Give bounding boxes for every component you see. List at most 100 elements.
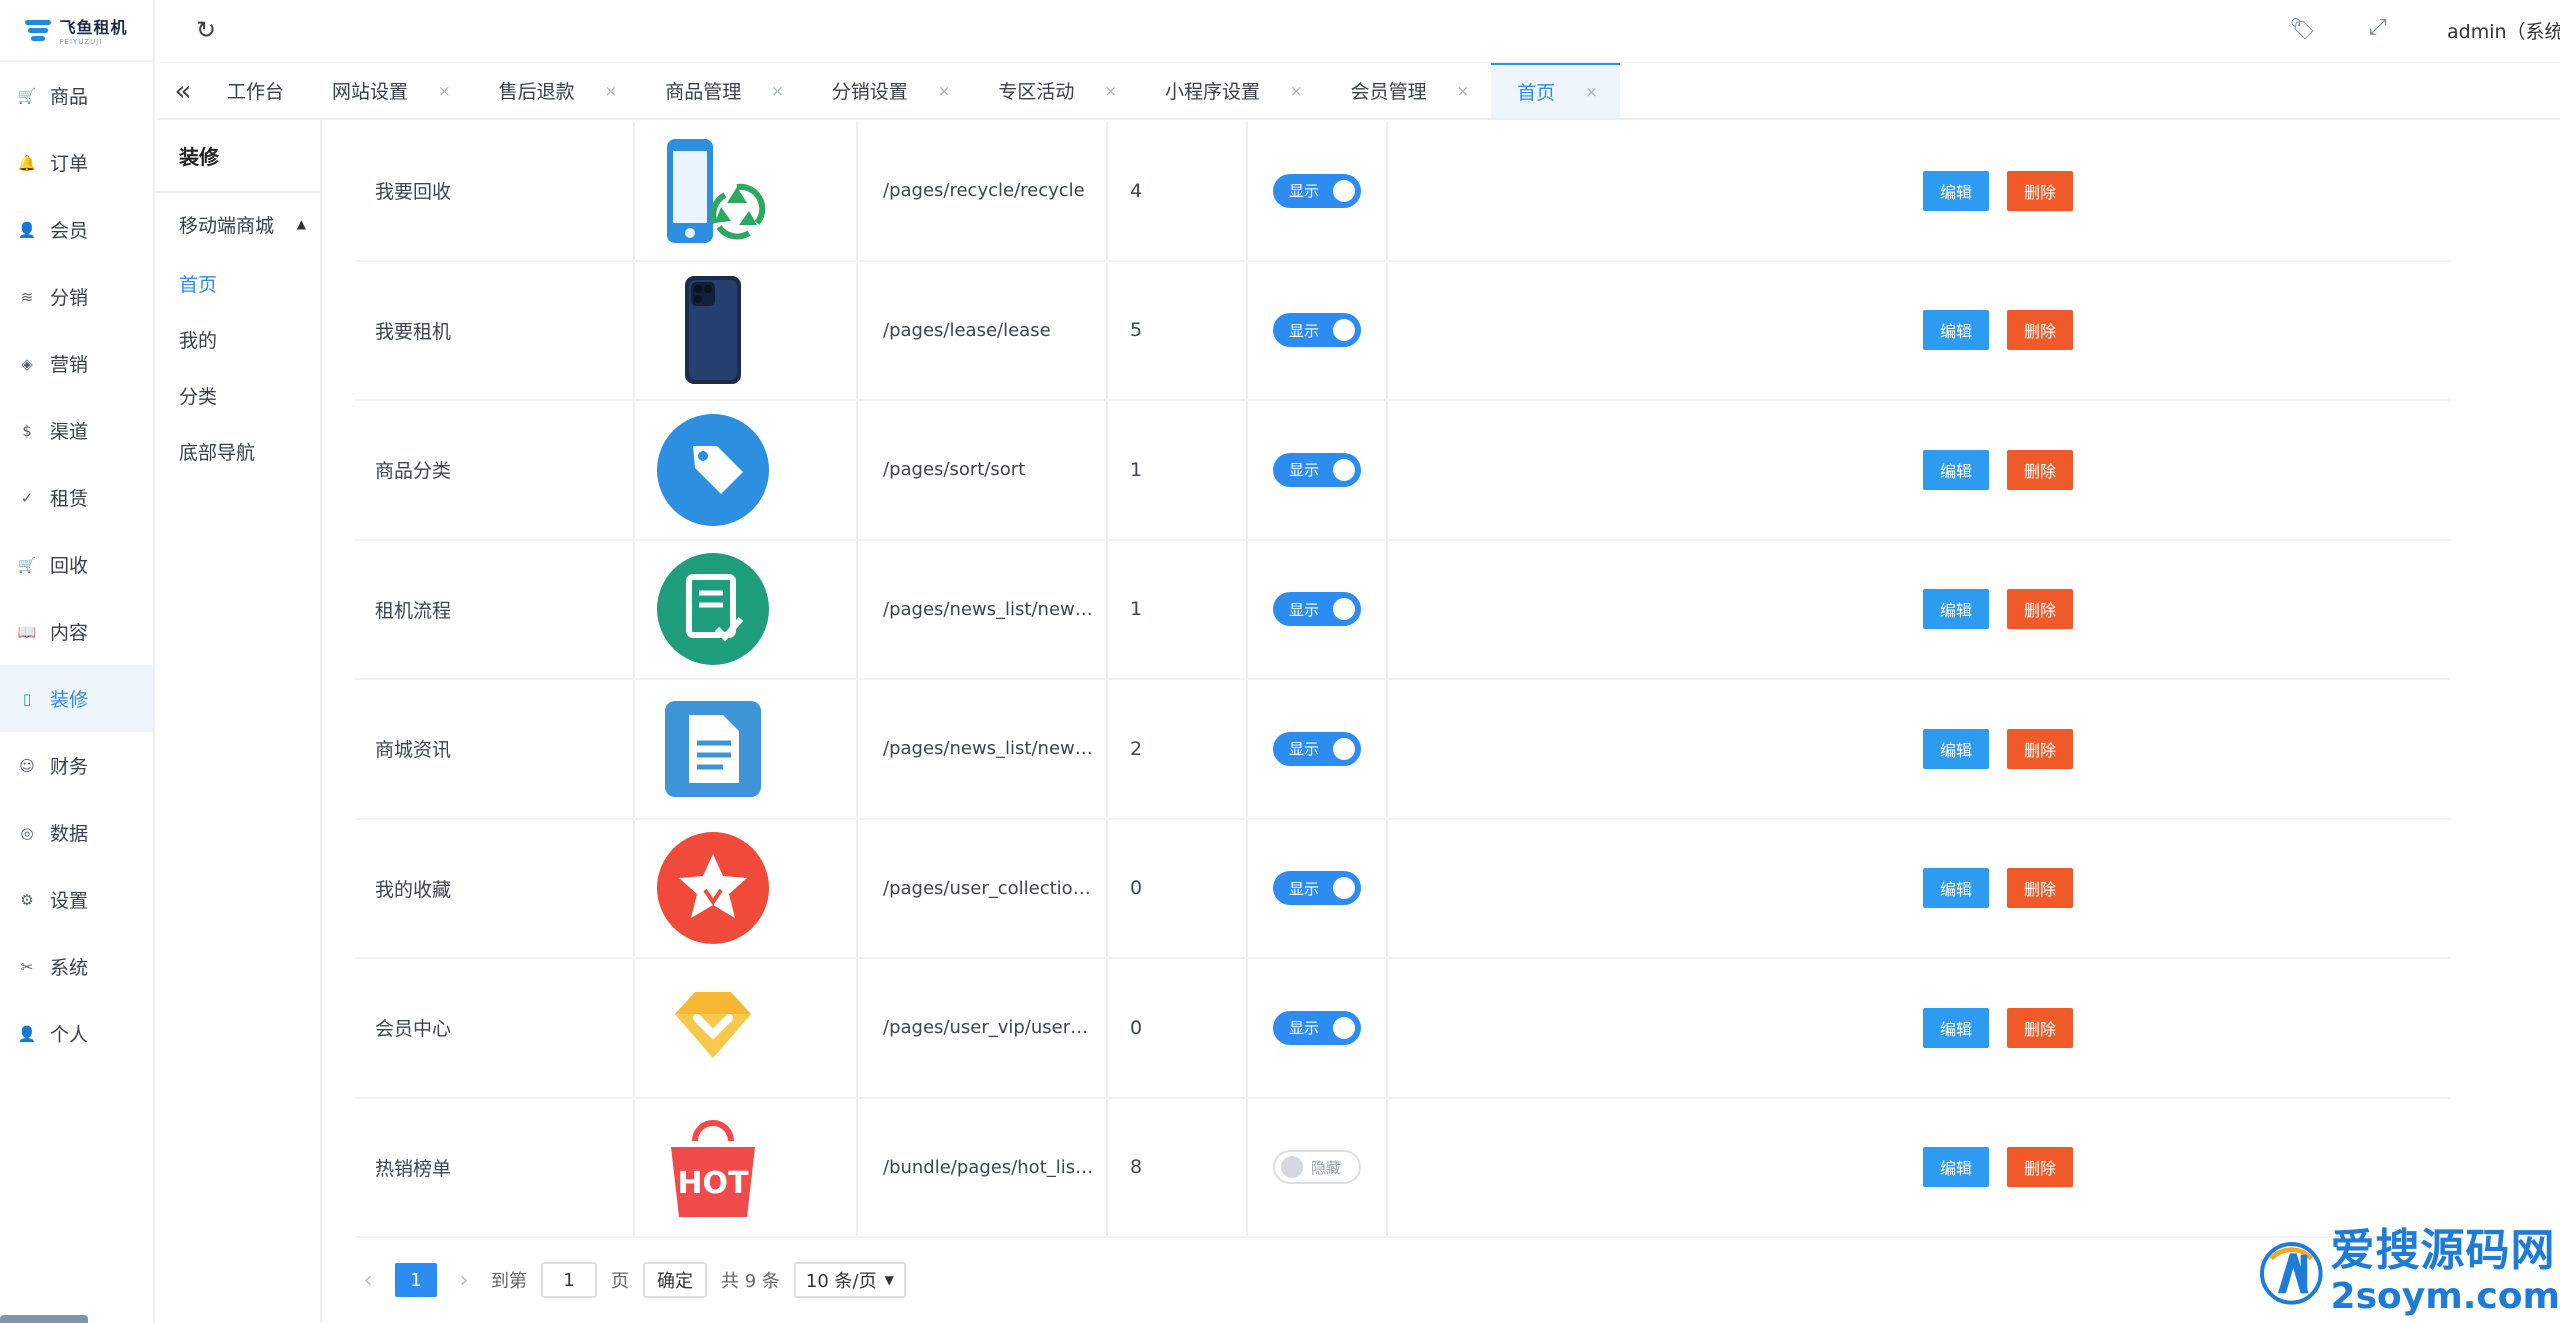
nav-item-label: 内容 (50, 622, 89, 644)
delete-button[interactable]: 删除 (2007, 449, 2073, 490)
visibility-toggle[interactable]: 显示 (1273, 313, 1361, 348)
visibility-toggle[interactable]: 显示 (1273, 173, 1361, 208)
delete-button[interactable]: 删除 (2007, 1007, 2073, 1048)
cell-name: 会员中心 (355, 959, 635, 1097)
edit-button[interactable]: 编辑 (1923, 1147, 1989, 1188)
nav-item-6[interactable]: ✓ 租赁 (0, 464, 153, 531)
close-icon[interactable]: × (1457, 82, 1470, 100)
close-icon[interactable]: × (1585, 83, 1598, 101)
edit-button[interactable]: 编辑 (1923, 170, 1989, 211)
wallet-icon: ☺ (19, 756, 35, 775)
path-text: /pages/news_list/news_list (883, 738, 1095, 760)
close-icon[interactable]: × (1104, 82, 1117, 100)
path-text: /pages/recycle/recycle (883, 180, 1085, 202)
cell-actions: 编辑 删除 (1388, 541, 2450, 679)
tab-6[interactable]: 小程序设置 × (1139, 63, 1325, 118)
nav-item-1[interactable]: 🔔 订单 (0, 129, 153, 196)
goto-confirm-button[interactable]: 确定 (643, 1262, 707, 1298)
edit-button[interactable]: 编辑 (1923, 728, 1989, 769)
delete-button[interactable]: 删除 (2007, 868, 2073, 909)
visibility-toggle[interactable]: 显示 (1273, 452, 1361, 487)
collapse-sidebar-icon[interactable]: « (157, 63, 201, 118)
goto-label: 到第 (491, 1271, 527, 1292)
cell-path: /pages/user_vip/user_vip (858, 959, 1108, 1097)
visibility-toggle[interactable]: 显示 (1273, 871, 1361, 906)
nav-item-12[interactable]: ⚙ 设置 (0, 866, 153, 933)
edit-button[interactable]: 编辑 (1923, 1007, 1989, 1048)
nav-item-label: 订单 (50, 153, 89, 175)
submenu-item-0[interactable]: 首页 (157, 255, 320, 311)
tab-0[interactable]: 工作台 (201, 63, 306, 118)
tab-8[interactable]: 首页 × (1491, 63, 1620, 118)
edit-button[interactable]: 编辑 (1923, 449, 1989, 490)
cell-status: 显示 (1248, 959, 1388, 1097)
nav-item-2[interactable]: 👤 会员 (0, 196, 153, 263)
nav-item-11[interactable]: ◎ 数据 (0, 799, 153, 866)
delete-button[interactable]: 删除 (2007, 170, 2073, 211)
cell-actions: 编辑 删除 (1388, 122, 2450, 260)
visibility-toggle[interactable]: 隐藏 (1273, 1150, 1361, 1185)
book-icon: 📖 (17, 622, 37, 641)
submenu-item-1[interactable]: 我的 (157, 311, 320, 367)
delete-button[interactable]: 删除 (2007, 310, 2073, 351)
nav-item-label: 财务 (50, 756, 89, 778)
delete-button[interactable]: 删除 (2007, 728, 2073, 769)
nav-item-14[interactable]: 👤 个人 (0, 1000, 153, 1067)
nav-item-9[interactable]: ▯ 装修 (0, 665, 153, 732)
tab-5[interactable]: 专区活动 × (972, 63, 1139, 118)
tab-7[interactable]: 会员管理 × (1325, 63, 1492, 118)
cell-path: /pages/user_collection/user_collection (858, 819, 1108, 957)
nav-item-5[interactable]: $ 渠道 (0, 397, 153, 464)
close-icon[interactable]: × (605, 82, 618, 100)
goto-page-input[interactable] (541, 1262, 597, 1298)
cell-name: 租机流程 (355, 540, 635, 678)
page-number-current[interactable]: 1 (395, 1263, 437, 1297)
nav-item-0[interactable]: 🛒 商品 (0, 62, 153, 129)
main-nav: 🛒 商品 🔔 订单 👤 会员 ≋ 分销 ◈ 营销 $ 渠道 ✓ 租赁 🛒 回收 📖 内容 ▯ 装修 ☺ 财务 ◎ 数据 ⚙ 设置 ✂… (0, 62, 153, 1067)
tab-2[interactable]: 售后退款 × (473, 63, 640, 118)
visibility-toggle[interactable]: 显示 (1273, 731, 1361, 766)
cell-name: 我的收藏 (355, 819, 635, 957)
gear-icon: ⚙ (20, 890, 34, 909)
cell-status: 显示 (1248, 261, 1388, 399)
nav-item-13[interactable]: ✂ 系统 (0, 933, 153, 1000)
edit-button[interactable]: 编辑 (1923, 589, 1989, 630)
tag-icon[interactable]: 🏷 (2289, 17, 2316, 42)
delete-button[interactable]: 删除 (2007, 589, 2073, 630)
tools-icon: ✂ (20, 957, 34, 976)
submenu-item-3[interactable]: 底部导航 (157, 423, 320, 479)
menu-table: 我要回收/pages/recycle/recycle 4 显示 编辑 删除 我要租机/pa… (355, 122, 2450, 1238)
hot-bag-icon: HOT (653, 1107, 773, 1227)
total-count: 共 9 条 (721, 1271, 780, 1292)
page-size-select[interactable]: 10 条/页 ▼ (793, 1262, 906, 1298)
next-page-icon[interactable]: › (451, 1268, 477, 1293)
nav-item-3[interactable]: ≋ 分销 (0, 263, 153, 330)
fullscreen-icon[interactable]: ⤢ (2369, 15, 2387, 40)
nav-item-8[interactable]: 📖 内容 (0, 598, 153, 665)
cell-icon (635, 959, 858, 1097)
table-row: 商城资讯/pages/news_list/news_list2显示编辑删除 (355, 680, 2450, 820)
close-icon[interactable]: × (771, 82, 784, 100)
close-icon[interactable]: × (938, 82, 951, 100)
tab-1[interactable]: 网站设置 × (306, 63, 473, 118)
delete-button[interactable]: 删除 (2007, 1147, 2073, 1188)
visibility-toggle[interactable]: 显示 (1273, 592, 1361, 627)
nav-item-7[interactable]: 🛒 回收 (0, 531, 153, 598)
submenu-item-2[interactable]: 分类 (157, 367, 320, 423)
nav-item-10[interactable]: ☺ 财务 (0, 732, 153, 799)
close-icon[interactable]: × (438, 82, 451, 100)
cell-icon (635, 401, 858, 539)
visibility-toggle[interactable]: 显示 (1273, 1010, 1361, 1045)
cell-path: /pages/recycle/recycle (858, 122, 1108, 260)
tab-4[interactable]: 分销设置 × (806, 63, 973, 118)
brand-logo[interactable]: 飞鱼租机 FEIYUZUJI (0, 0, 153, 62)
tab-3[interactable]: 商品管理 × (639, 63, 806, 118)
refresh-icon[interactable]: ↻ (192, 16, 220, 44)
close-icon[interactable]: × (1290, 82, 1303, 100)
nav-item-4[interactable]: ◈ 营销 (0, 330, 153, 397)
submenu-group-mobile-mall[interactable]: 移动端商城 ▲ (157, 193, 320, 255)
edit-button[interactable]: 编辑 (1923, 310, 1989, 351)
prev-page-icon[interactable]: ‹ (355, 1268, 381, 1293)
user-menu[interactable]: admin（系统 (2447, 17, 2560, 44)
edit-button[interactable]: 编辑 (1923, 868, 1989, 909)
